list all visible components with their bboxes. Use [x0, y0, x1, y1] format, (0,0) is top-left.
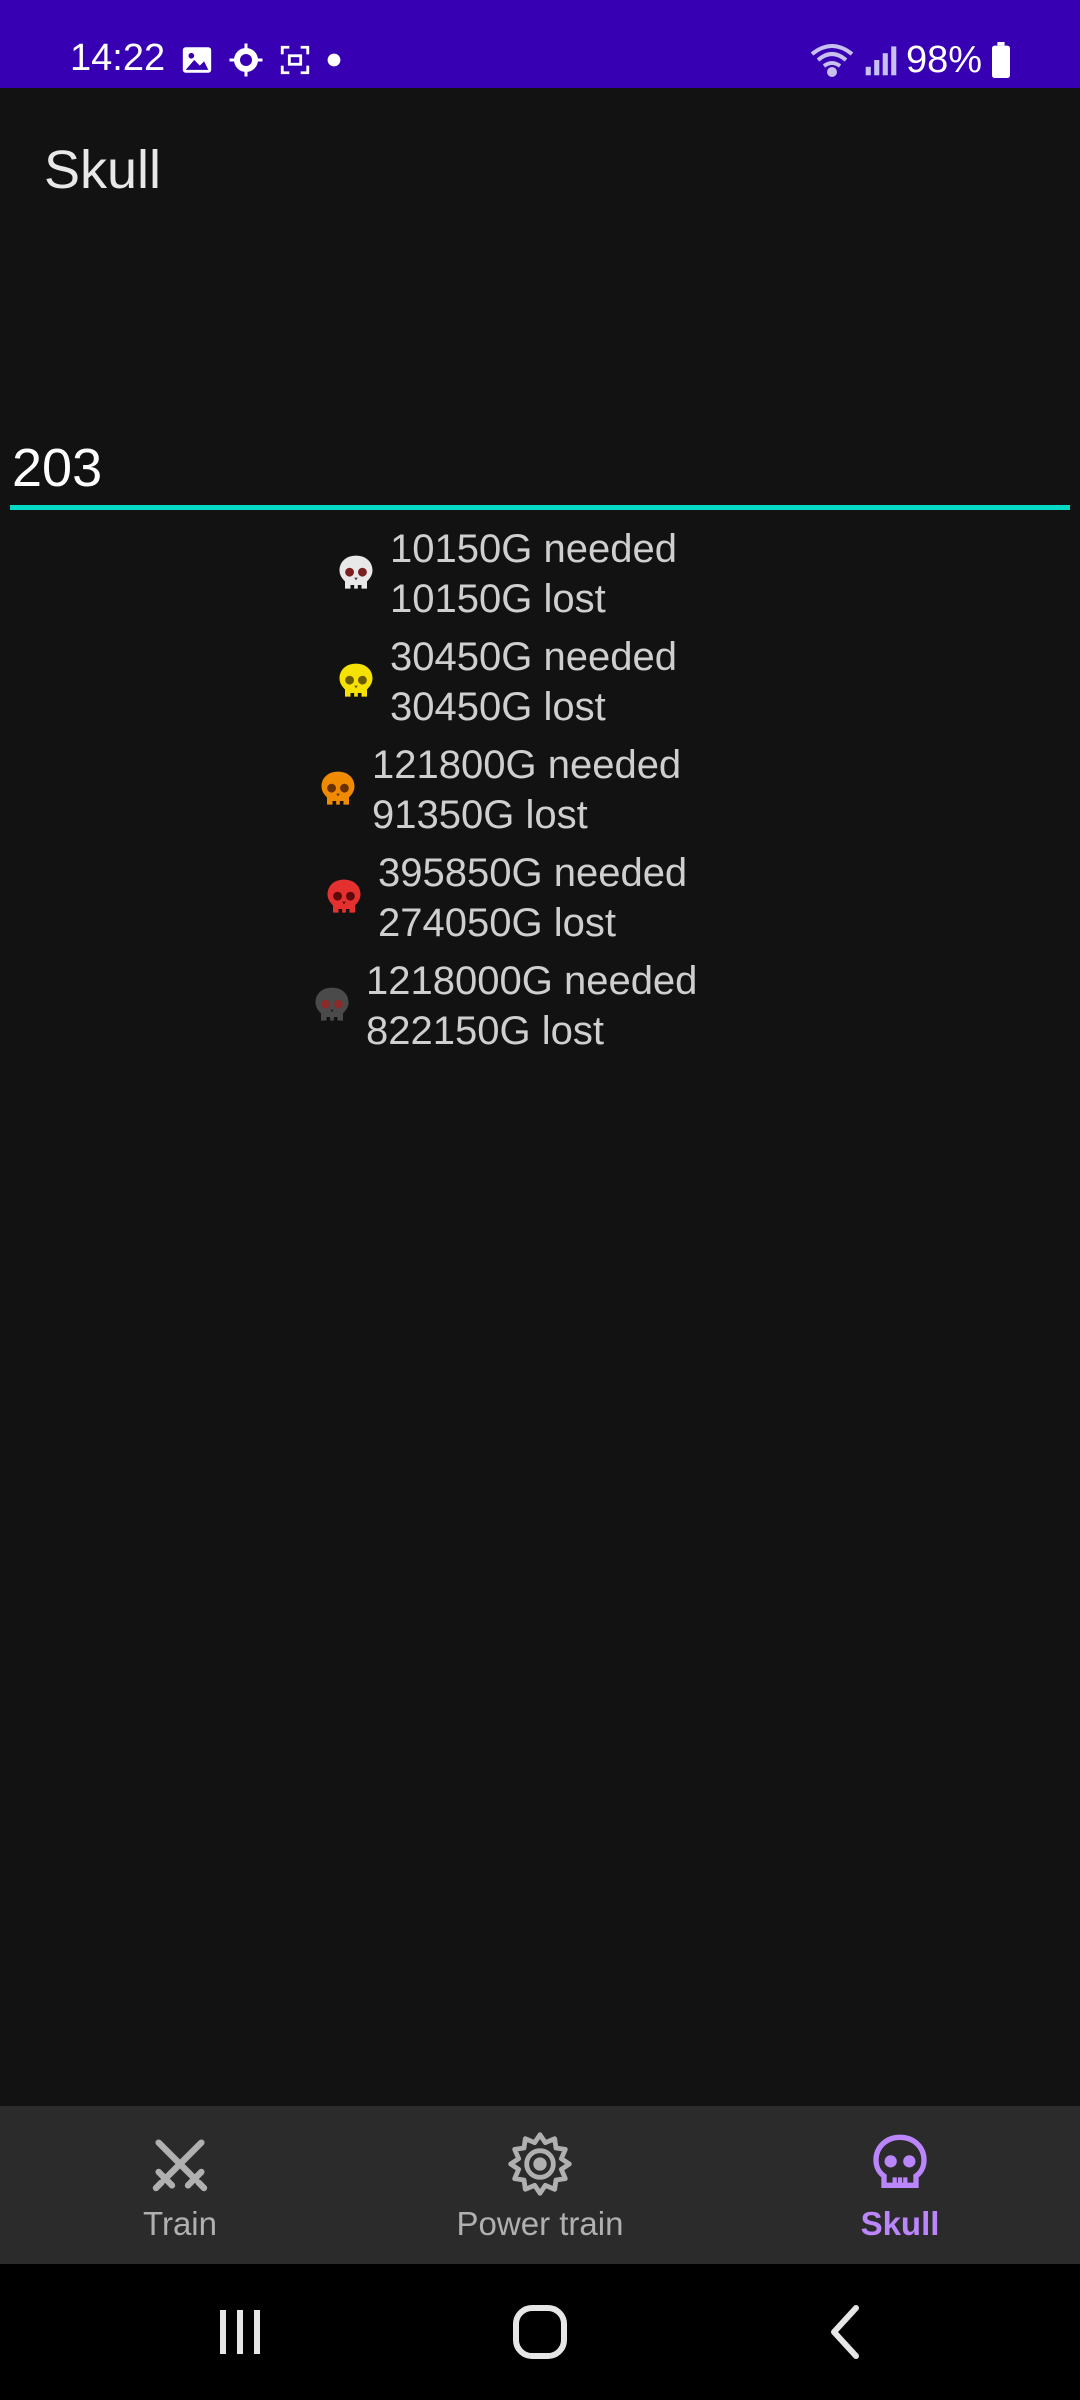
screenshot-icon — [280, 45, 310, 75]
gear-face-icon — [229, 43, 263, 77]
image-icon — [182, 47, 212, 73]
level-input-wrap — [10, 430, 1070, 518]
skull-red-icon — [327, 879, 361, 913]
recent-apps-icon[interactable] — [210, 2302, 270, 2362]
skull-lost-text: 30450G lost — [390, 685, 606, 729]
system-nav-bar — [0, 2264, 1080, 2400]
skull-orange-icon — [321, 771, 355, 805]
nav-item-train[interactable]: Train — [0, 2106, 360, 2264]
dot-icon — [327, 53, 341, 67]
skull-lost-text: 91350G lost — [372, 793, 588, 837]
battery-icon — [992, 42, 1010, 78]
status-time: 14:22 — [70, 37, 166, 79]
level-input[interactable] — [10, 430, 1070, 510]
nav-label-skull: Skull — [860, 2205, 940, 2242]
skull-row-white: 10150G needed 10150G lost — [0, 522, 1080, 622]
nav-label-train: Train — [143, 2205, 217, 2242]
skull-gray-icon — [315, 987, 349, 1021]
bottom-nav: Train Power train Skull — [0, 2106, 1080, 2264]
gear-icon — [508, 2132, 572, 2196]
status-icons-left — [180, 42, 342, 78]
nav-item-skull[interactable]: Skull — [720, 2106, 1080, 2264]
wifi-icon — [810, 44, 854, 77]
status-bar: 14:22 98% — [0, 0, 1080, 88]
page-title: Skull — [44, 140, 162, 200]
crossed-swords-icon — [152, 2139, 208, 2192]
skull-row-red: 395850G needed 274050G lost — [0, 846, 1080, 946]
skull-icon — [873, 2134, 927, 2188]
skull-needed-text: 30450G needed — [390, 635, 677, 679]
signal-icon — [865, 46, 897, 76]
nav-item-power-train[interactable]: Power train — [360, 2106, 720, 2264]
back-icon[interactable] — [816, 2302, 876, 2362]
skull-row-orange: 121800G needed 91350G lost — [0, 738, 1080, 838]
skull-needed-text: 121800G needed — [372, 743, 682, 787]
nav-label-power-train: Power train — [456, 2205, 624, 2242]
skull-needed-text: 10150G needed — [390, 527, 677, 571]
status-icons-right: 98% — [808, 38, 1012, 82]
skull-lost-text: 822150G lost — [366, 1009, 604, 1053]
skull-row-yellow: 30450G needed 30450G lost — [0, 630, 1080, 730]
skull-white-icon — [339, 555, 373, 589]
skull-row-gray: 1218000G needed 822150G lost — [0, 954, 1080, 1054]
skull-needed-text: 395850G needed — [378, 851, 688, 895]
skull-needed-text: 1218000G needed — [366, 959, 698, 1003]
battery-percent: 98% — [905, 39, 982, 81]
skull-lost-text: 274050G lost — [378, 901, 616, 945]
skull-lost-text: 10150G lost — [390, 577, 606, 621]
home-icon[interactable] — [510, 2302, 570, 2362]
skull-yellow-icon — [339, 663, 373, 697]
